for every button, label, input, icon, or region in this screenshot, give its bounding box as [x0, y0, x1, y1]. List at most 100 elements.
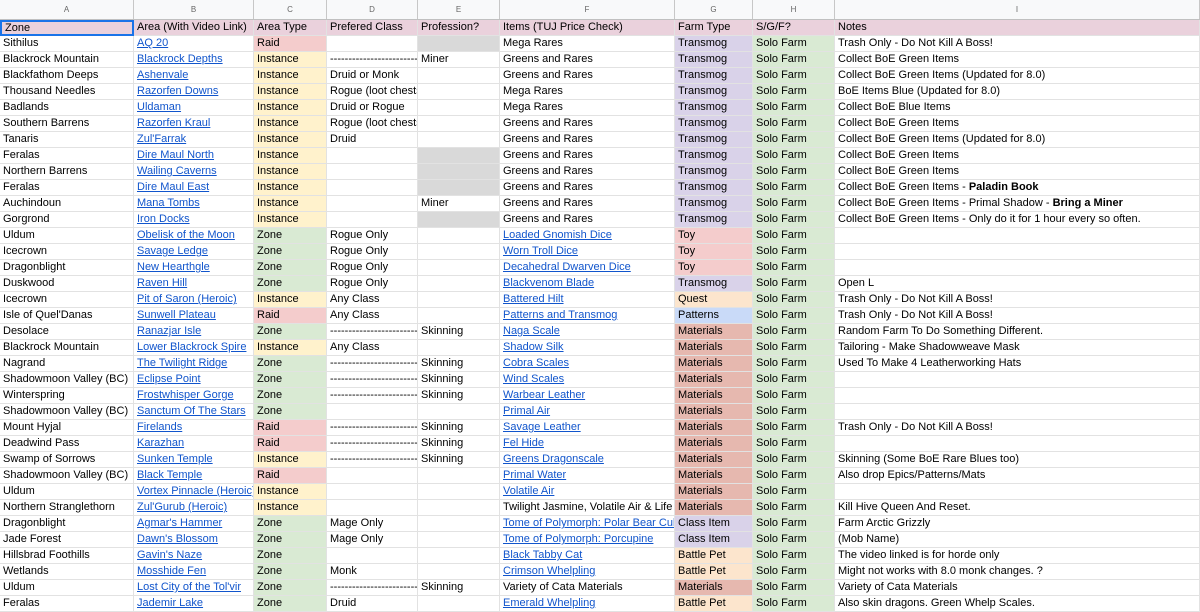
item-price-link[interactable]: Tome of Polymorph: Porcupine [503, 533, 653, 545]
cell-farm[interactable]: Materials [675, 356, 753, 372]
cell-zone[interactable]: Tanaris [0, 132, 134, 148]
cell-notes[interactable]: Kill Hive Queen And Reset. [835, 500, 1200, 516]
cell-item[interactable]: Greens and Rares [500, 212, 675, 228]
cell-sgf[interactable]: Solo Farm [753, 196, 835, 212]
area-video-link[interactable]: Jademir Lake [137, 597, 203, 609]
cell-area[interactable]: Ranazjar Isle [134, 324, 254, 340]
cell-notes[interactable]: Also drop Epics/Patterns/Mats [835, 468, 1200, 484]
cell-sgf[interactable]: Solo Farm [753, 244, 835, 260]
cell-sgf[interactable]: Solo Farm [753, 324, 835, 340]
cell-zone[interactable]: Icecrown [0, 244, 134, 260]
column-letter-h[interactable]: H [753, 0, 835, 19]
cell-farm[interactable]: Materials [675, 372, 753, 388]
area-video-link[interactable]: Gavin's Naze [137, 549, 202, 561]
cell-class[interactable]: Rogue Only [327, 276, 418, 292]
cell-sgf[interactable]: Solo Farm [753, 500, 835, 516]
cell-item[interactable]: Battered Hilt [500, 292, 675, 308]
cell-notes[interactable]: Might not works with 8.0 monk changes. ? [835, 564, 1200, 580]
cell-zone[interactable]: Mount Hyjal [0, 420, 134, 436]
cell-zone[interactable]: Northern Barrens [0, 164, 134, 180]
cell-prof[interactable]: Skinning [418, 356, 500, 372]
cell-notes[interactable] [835, 244, 1200, 260]
item-price-link[interactable]: Volatile Air [503, 485, 554, 497]
area-video-link[interactable]: Sanctum Of The Stars [137, 405, 246, 417]
cell-area[interactable]: Eclipse Point [134, 372, 254, 388]
cell-zone[interactable]: Deadwind Pass [0, 436, 134, 452]
column-letter-d[interactable]: D [327, 0, 418, 19]
cell-class[interactable]: Druid [327, 132, 418, 148]
area-video-link[interactable]: New Hearthgle [137, 261, 210, 273]
cell-type[interactable]: Zone [254, 564, 327, 580]
cell-notes[interactable] [835, 436, 1200, 452]
cell-area[interactable]: Lower Blackrock Spire [134, 340, 254, 356]
cell-prof[interactable] [418, 116, 500, 132]
cell-type[interactable]: Raid [254, 468, 327, 484]
cell-sgf[interactable]: Solo Farm [753, 436, 835, 452]
cell-notes[interactable] [835, 260, 1200, 276]
cell-area[interactable]: Mosshide Fen [134, 564, 254, 580]
cell-prof[interactable] [418, 260, 500, 276]
cell-class[interactable] [327, 468, 418, 484]
area-video-link[interactable]: Sunwell Plateau [137, 309, 216, 321]
area-video-link[interactable]: Wailing Caverns [137, 165, 217, 177]
cell-zone[interactable]: Feralas [0, 596, 134, 612]
item-price-link[interactable]: Primal Water [503, 469, 566, 481]
cell-prof[interactable] [418, 276, 500, 292]
cell-area[interactable]: Razorfen Downs [134, 84, 254, 100]
area-video-link[interactable]: Ashenvale [137, 69, 188, 81]
cell-type[interactable]: Zone [254, 388, 327, 404]
cell-notes[interactable]: Collect BoE Green Items - Paladin Book [835, 180, 1200, 196]
cell-zone[interactable]: Shadowmoon Valley (BC) [0, 404, 134, 420]
cell-area[interactable]: Raven Hill [134, 276, 254, 292]
cell-type[interactable]: Instance [254, 452, 327, 468]
cell-area[interactable]: Wailing Caverns [134, 164, 254, 180]
cell-sgf[interactable]: Solo Farm [753, 212, 835, 228]
cell-prof[interactable] [418, 180, 500, 196]
area-video-link[interactable]: Mana Tombs [137, 197, 200, 209]
column-letter-a[interactable]: A [0, 0, 134, 19]
cell-notes[interactable]: (Mob Name) [835, 532, 1200, 548]
cell-area[interactable]: Lost City of the Tol'vir [134, 580, 254, 596]
cell-item[interactable]: Tome of Polymorph: Polar Bear Cub [500, 516, 675, 532]
cell-sgf[interactable]: Solo Farm [753, 420, 835, 436]
header-cell-area-with-video-link[interactable]: Area (With Video Link) [134, 20, 254, 36]
item-price-link[interactable]: Worn Troll Dice [503, 245, 578, 257]
cell-farm[interactable]: Materials [675, 484, 753, 500]
cell-item[interactable]: Fel Hide [500, 436, 675, 452]
cell-prof[interactable] [418, 132, 500, 148]
cell-type[interactable]: Zone [254, 356, 327, 372]
cell-sgf[interactable]: Solo Farm [753, 564, 835, 580]
cell-area[interactable]: Mana Tombs [134, 196, 254, 212]
cell-sgf[interactable]: Solo Farm [753, 388, 835, 404]
cell-area[interactable]: Dire Maul East [134, 180, 254, 196]
area-video-link[interactable]: Dire Maul North [137, 149, 214, 161]
cell-farm[interactable]: Transmog [675, 132, 753, 148]
cell-prof[interactable] [418, 340, 500, 356]
cell-prof[interactable] [418, 36, 500, 52]
cell-sgf[interactable]: Solo Farm [753, 404, 835, 420]
cell-notes[interactable]: Trash Only - Do Not Kill A Boss! [835, 308, 1200, 324]
area-video-link[interactable]: Raven Hill [137, 277, 187, 289]
cell-zone[interactable]: Hillsbrad Foothills [0, 548, 134, 564]
cell-sgf[interactable]: Solo Farm [753, 548, 835, 564]
cell-sgf[interactable]: Solo Farm [753, 468, 835, 484]
item-price-link[interactable]: Fel Hide [503, 437, 544, 449]
area-video-link[interactable]: Blackrock Depths [137, 53, 223, 65]
cell-type[interactable]: Instance [254, 212, 327, 228]
cell-notes[interactable]: BoE Items Blue (Updated for 8.0) [835, 84, 1200, 100]
cell-zone[interactable]: Gorgrond [0, 212, 134, 228]
area-video-link[interactable]: Dire Maul East [137, 181, 209, 193]
cell-class[interactable] [327, 484, 418, 500]
cell-zone[interactable]: Blackfathom Deeps [0, 68, 134, 84]
cell-farm[interactable]: Toy [675, 260, 753, 276]
item-price-link[interactable]: Savage Leather [503, 421, 581, 433]
cell-zone[interactable]: Jade Forest [0, 532, 134, 548]
cell-farm[interactable]: Class Item [675, 516, 753, 532]
cell-farm[interactable]: Materials [675, 468, 753, 484]
cell-zone[interactable]: Feralas [0, 180, 134, 196]
cell-type[interactable]: Zone [254, 228, 327, 244]
column-letter-f[interactable]: F [500, 0, 675, 19]
cell-area[interactable]: Zul'Gurub (Heroic) [134, 500, 254, 516]
cell-class[interactable] [327, 148, 418, 164]
cell-prof[interactable]: Skinning [418, 420, 500, 436]
